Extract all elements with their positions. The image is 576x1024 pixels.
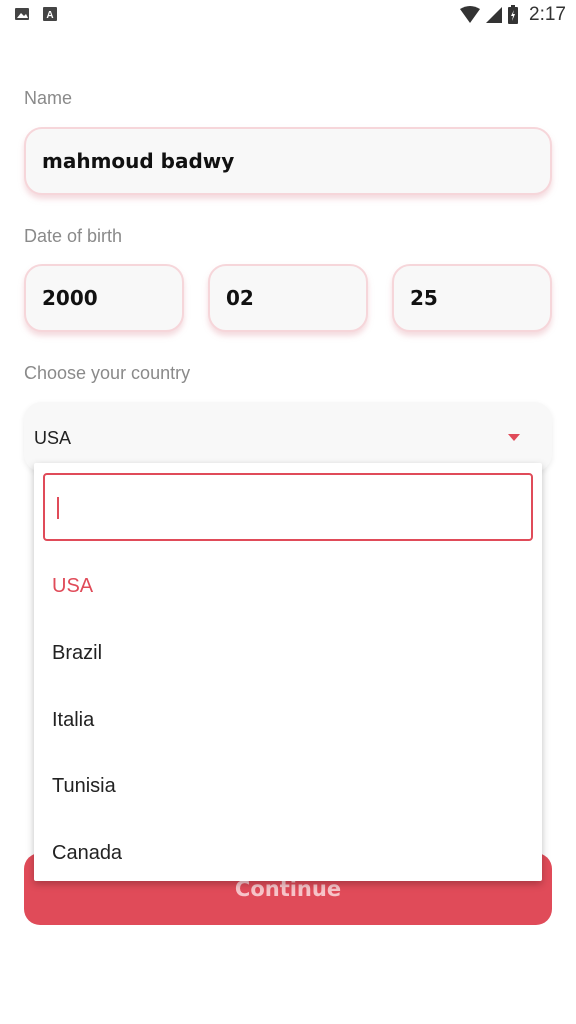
registration-screen: A 2:17 Name mahmoud badwy Date of birth … xyxy=(0,0,576,1024)
country-label: Choose your country xyxy=(24,363,191,383)
dob-year-input[interactable]: 2000 xyxy=(24,264,184,332)
name-label: Name xyxy=(24,88,73,108)
country-search-input[interactable] xyxy=(43,473,533,541)
country-option-brazil[interactable]: Brazil xyxy=(52,642,102,665)
status-bar-right: 2:17 xyxy=(459,4,566,26)
country-select[interactable]: USA xyxy=(24,402,552,472)
dob-label: Date of birth xyxy=(24,226,123,246)
wifi-icon xyxy=(460,6,481,23)
signal-icon xyxy=(486,7,503,23)
name-input[interactable]: mahmoud badwy xyxy=(24,127,552,195)
text-cursor xyxy=(57,497,59,519)
country-option-italia[interactable]: Italia xyxy=(52,709,94,732)
text-a-icon: A xyxy=(43,7,57,21)
country-selected-value: USA xyxy=(34,428,72,448)
status-time: 2:17 xyxy=(529,4,566,25)
country-option-usa[interactable]: USA xyxy=(52,575,93,598)
dob-month-input[interactable]: 02 xyxy=(208,264,368,332)
battery-icon xyxy=(508,5,519,24)
dob-day-input[interactable]: 25 xyxy=(392,264,552,332)
country-dropdown-menu: USA Brazil Italia Tunisia Canada xyxy=(34,463,542,881)
svg-text:A: A xyxy=(46,10,53,21)
status-bar: A 2:17 xyxy=(0,0,576,30)
country-option-tunisia[interactable]: Tunisia xyxy=(52,775,116,798)
dropdown-arrow-icon[interactable] xyxy=(508,434,520,441)
image-icon xyxy=(15,8,29,20)
country-option-canada[interactable]: Canada xyxy=(52,842,122,865)
